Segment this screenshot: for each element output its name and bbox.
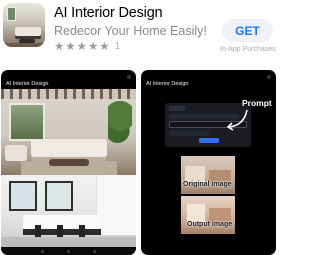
kitchen-cabinets bbox=[96, 175, 136, 235]
curved-arrow-icon bbox=[226, 109, 248, 131]
room-block bbox=[187, 204, 205, 222]
screenshot-app-title: AI Interior Design bbox=[6, 81, 49, 87]
armchair bbox=[5, 145, 27, 161]
kitchen-window bbox=[45, 181, 73, 211]
screenshot-app-title: AI Interior Design bbox=[146, 81, 189, 87]
generate-button[interactable] bbox=[199, 138, 219, 143]
app-icon-sofa bbox=[15, 27, 41, 36]
screenshot-1[interactable]: AI Interior Design bbox=[1, 70, 136, 255]
kitchen-window bbox=[9, 181, 37, 211]
app-subtitle: Redecor Your Home Easily! bbox=[54, 24, 207, 38]
tab-icon bbox=[67, 250, 70, 253]
kitchen-image bbox=[1, 175, 136, 247]
rating-stars: ★ ★ ★ ★ ★ 1 bbox=[54, 40, 120, 52]
glass-door bbox=[9, 103, 45, 141]
app-icon-floor bbox=[3, 43, 45, 47]
panel-text-placeholder bbox=[169, 131, 209, 136]
star-icon: ★ bbox=[54, 39, 65, 53]
app-title[interactable]: AI Interior Design bbox=[54, 5, 163, 21]
in-app-purchases-note: In-App Purchases bbox=[220, 46, 276, 53]
plant bbox=[108, 101, 132, 151]
status-dot-icon bbox=[127, 75, 131, 79]
star-icon: ★ bbox=[76, 39, 87, 53]
rating-count: 1 bbox=[114, 40, 121, 52]
tab-icon bbox=[93, 250, 96, 253]
output-image-caption: Output image bbox=[187, 221, 233, 228]
room-block bbox=[185, 166, 205, 182]
original-image bbox=[181, 156, 235, 194]
star-icon: ★ bbox=[99, 39, 110, 53]
prompt-label: Prompt bbox=[242, 98, 272, 108]
output-image bbox=[181, 196, 235, 234]
kitchen-floor bbox=[1, 237, 136, 247]
screenshot-2[interactable]: AI Interior Design Prompt Original image… bbox=[141, 70, 276, 255]
app-icon[interactable] bbox=[3, 3, 45, 47]
living-room-image bbox=[1, 89, 136, 175]
get-button[interactable]: GET bbox=[222, 19, 273, 42]
panel-heading-placeholder bbox=[169, 106, 185, 111]
sofa bbox=[31, 139, 107, 157]
coffee-table bbox=[49, 159, 89, 166]
status-dot-icon bbox=[267, 75, 271, 79]
pergola-beams bbox=[1, 89, 136, 99]
tab-icon bbox=[41, 250, 44, 253]
app-icon-window bbox=[7, 7, 16, 21]
original-image-caption: Original image bbox=[183, 181, 232, 188]
star-icon: ★ bbox=[65, 39, 76, 53]
star-icon: ★ bbox=[87, 39, 99, 53]
